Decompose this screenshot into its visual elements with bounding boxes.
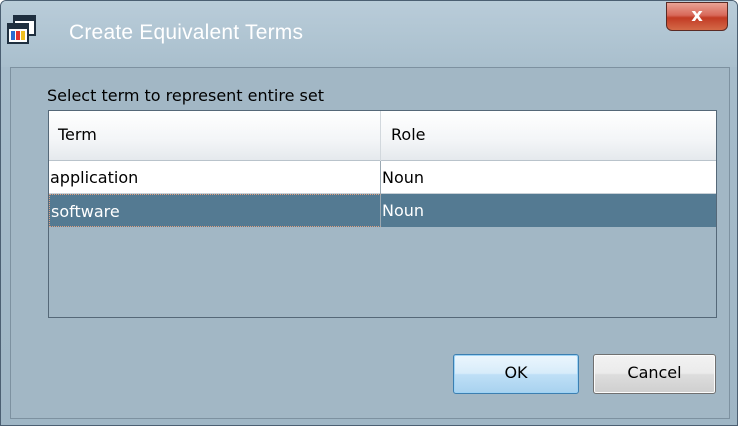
title-bar[interactable]: Create Equivalent Terms x xyxy=(1,1,737,67)
instruction-label: Select term to represent entire set xyxy=(47,86,324,105)
window-app-icon xyxy=(7,15,36,44)
ok-button[interactable]: OK xyxy=(453,354,579,394)
role-cell[interactable]: Noun xyxy=(381,194,716,227)
window-title: Create Equivalent Terms xyxy=(69,21,304,44)
term-cell[interactable]: software xyxy=(49,194,381,227)
column-header-term[interactable]: Term xyxy=(49,111,381,161)
table-row[interactable]: application Noun xyxy=(49,161,716,194)
table-header: Term Role xyxy=(49,111,716,161)
close-button[interactable]: x xyxy=(666,2,728,31)
term-cell[interactable]: application xyxy=(49,161,381,194)
cancel-button[interactable]: Cancel xyxy=(593,354,716,394)
dialog-window: Create Equivalent Terms x Select term to… xyxy=(0,0,738,426)
close-icon: x xyxy=(691,5,703,26)
terms-table[interactable]: Term Role application Noun software Noun xyxy=(48,110,717,318)
role-cell[interactable]: Noun xyxy=(381,161,716,194)
table-row-selected[interactable]: software Noun xyxy=(49,194,716,227)
column-header-role[interactable]: Role xyxy=(381,111,716,161)
dialog-body: Select term to represent entire set Term… xyxy=(10,67,730,419)
